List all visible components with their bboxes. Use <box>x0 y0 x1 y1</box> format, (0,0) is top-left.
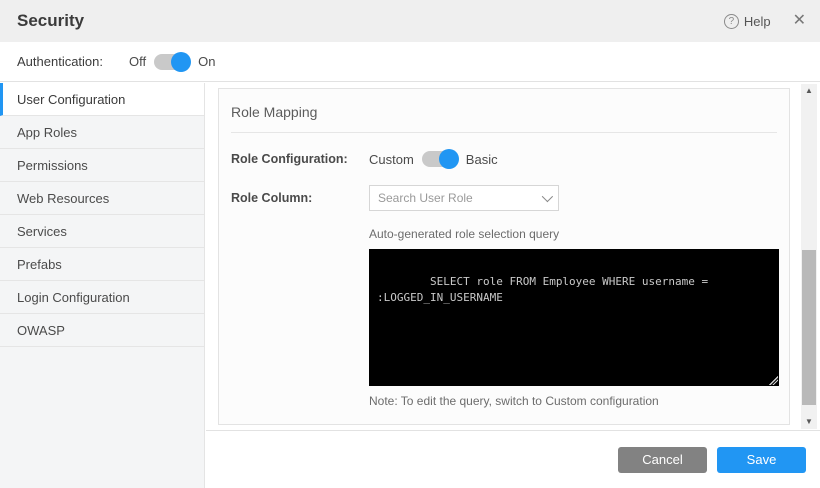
role-configuration-row: Role Configuration: Custom Basic <box>231 151 789 167</box>
cancel-button[interactable]: Cancel <box>618 447 707 473</box>
role-query-text: SELECT role FROM Employee WHERE username… <box>377 275 715 303</box>
resize-handle-icon[interactable] <box>768 375 778 385</box>
settings-sidebar: User Configuration App Roles Permissions… <box>0 83 205 488</box>
save-button[interactable]: Save <box>717 447 806 473</box>
role-column-placeholder: Search User Role <box>378 191 542 205</box>
sidebar-item-app-roles[interactable]: App Roles <box>0 116 204 149</box>
role-configuration-toggle[interactable] <box>422 151 458 167</box>
authentication-on-label: On <box>198 54 215 69</box>
basic-option-label: Basic <box>466 152 498 167</box>
role-mapping-title: Role Mapping <box>219 89 789 132</box>
query-note: Note: To edit the query, switch to Custo… <box>369 394 789 408</box>
role-column-row: Role Column: Search User Role <box>231 185 789 211</box>
close-icon[interactable]: ✕ <box>793 13 806 29</box>
sidebar-item-web-resources[interactable]: Web Resources <box>0 182 204 215</box>
toggle-knob <box>439 149 459 169</box>
sidebar-item-services[interactable]: Services <box>0 215 204 248</box>
dialog-footer: Cancel Save <box>206 430 820 488</box>
scroll-up-icon[interactable]: ▲ <box>801 84 817 98</box>
help-button[interactable]: ? Help <box>724 14 771 29</box>
help-icon: ? <box>724 14 739 29</box>
sidebar-item-owasp[interactable]: OWASP <box>0 314 204 347</box>
panel-divider <box>231 132 777 133</box>
authentication-toggle[interactable] <box>154 54 190 70</box>
scrollbar-thumb[interactable] <box>802 250 816 405</box>
sidebar-item-login-configuration[interactable]: Login Configuration <box>0 281 204 314</box>
chevron-down-icon <box>542 191 553 202</box>
dialog-header: Security ? Help ✕ <box>0 0 820 42</box>
help-label: Help <box>744 14 771 29</box>
security-dialog: Security ? Help ✕ Authentication: Off On… <box>0 0 820 488</box>
role-configuration-label: Role Configuration: <box>231 152 369 166</box>
authentication-bar: Authentication: Off On <box>0 42 820 82</box>
page-title: Security <box>17 11 84 31</box>
role-mapping-panel: Role Mapping Role Configuration: Custom … <box>218 88 790 425</box>
sidebar-item-prefabs[interactable]: Prefabs <box>0 248 204 281</box>
sidebar-item-permissions[interactable]: Permissions <box>0 149 204 182</box>
role-column-select[interactable]: Search User Role <box>369 185 559 211</box>
authentication-off-label: Off <box>129 54 146 69</box>
query-caption: Auto-generated role selection query <box>369 227 789 241</box>
vertical-scrollbar[interactable]: ▲ ▼ <box>801 84 817 429</box>
authentication-label: Authentication: <box>17 54 103 69</box>
main-content: Role Mapping Role Configuration: Custom … <box>206 83 820 488</box>
scroll-down-icon[interactable]: ▼ <box>801 415 817 429</box>
role-query-textarea[interactable]: SELECT role FROM Employee WHERE username… <box>369 249 779 386</box>
role-column-label: Role Column: <box>231 191 369 205</box>
sidebar-item-user-configuration[interactable]: User Configuration <box>0 83 204 116</box>
custom-option-label: Custom <box>369 152 414 167</box>
toggle-knob <box>171 52 191 72</box>
